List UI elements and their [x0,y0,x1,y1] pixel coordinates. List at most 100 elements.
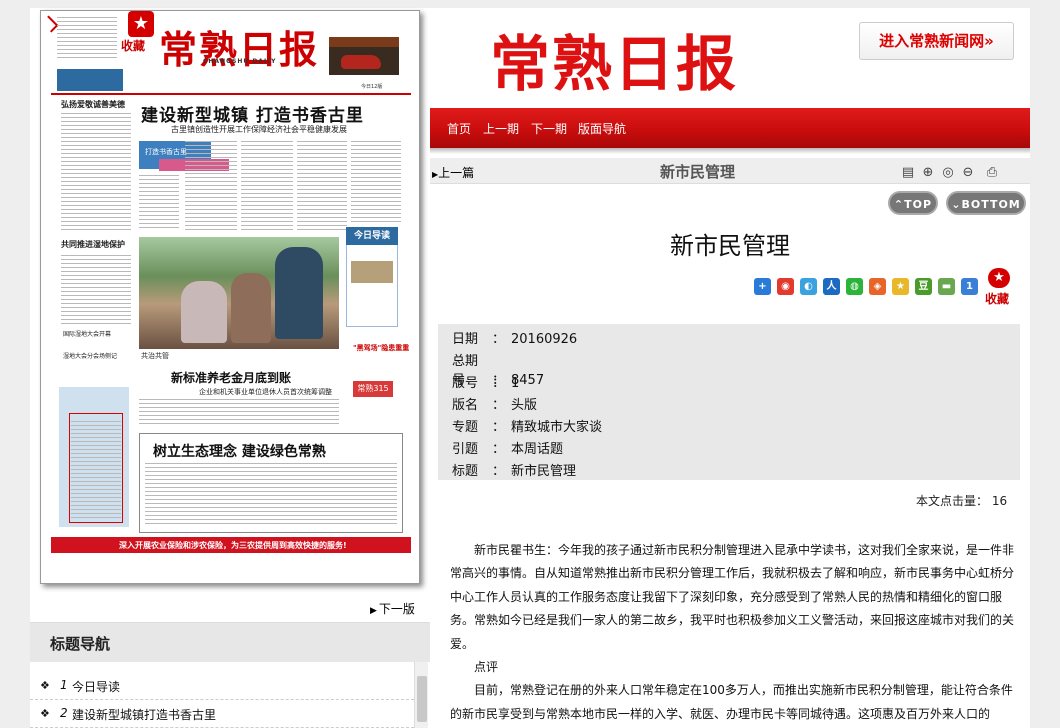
toc-header: 标题导航 [30,622,430,662]
meta-row: 标题：新市民管理 [452,460,576,479]
bottom-ad-text: 深入开展农业保险和涉农保险，为三农提供周到高效快捷的服务! [119,541,347,550]
article-title: 新市民管理 [670,232,790,260]
hits-value: 16 [991,494,1008,508]
text-column [139,175,179,231]
main-subhead: 古里镇创造性开展工作保障经济社会平稳健康发展 [171,125,347,134]
toc-item[interactable]: ❖ 2 建设新型城镇打造书香古里 [30,700,414,728]
blue-strip [57,69,123,91]
scroll-bottom-button[interactable]: ⌄BOTTOM [946,191,1026,215]
meta-row: 版号： 1 [452,372,519,391]
top-label: TOP [904,198,933,211]
red-rule [51,93,411,95]
meta-key: 版名 [452,398,479,413]
photo-figure [181,281,227,343]
main-headline: 建设新型城镇 打造书香古里 [141,106,364,126]
meta-value: 20160926 [511,332,578,347]
next-page-link[interactable]: ▶ 下一版 [370,600,415,617]
left-headline-1: 弘扬爱敬诚善美德 [61,100,125,109]
douban-icon[interactable]: 豆 [915,278,932,295]
toc-item[interactable]: ❖ 1 今日导读 [30,672,414,700]
share-icon[interactable]: ◈ [869,278,886,295]
site-masthead: 常熟日报 [490,30,738,100]
scrollbar-thumb[interactable] [417,676,427,722]
meta-row: 版名：头版 [452,394,537,413]
bottom-label: BOTTOM [961,198,1021,211]
article-meta: 日期： 20160926 总期号： 8457 版号： 1 版名：头版 专题：精致城市大… [438,324,1020,480]
photo-figure [275,247,323,339]
right-headline-5: 常熟315 [353,381,393,397]
selected-article-highlight[interactable] [69,413,123,523]
meta-row: 专题：精致城市大家谈 [452,416,602,435]
portal-link-button[interactable]: 进入常熟新闻网» [859,22,1014,60]
nav-next-issue[interactable]: 下一期 [531,120,567,137]
text-column [185,141,237,231]
left-headline-3: 国际湿地大会开幕 [63,331,112,338]
third-headline: 树立生态理念 建设绿色常熟 [153,444,326,460]
weibo-icon[interactable]: ◉ [777,278,794,295]
main-nav: 首页 上一期 下一期 版面导航 [430,108,1030,148]
right-guide-image [351,261,393,283]
photo-figure [231,273,271,343]
newspaper-page-thumbnail[interactable]: ★ 收藏 常熟日报 CHANGSHU DAILY 今日12版 弘扬爱敬诚善美德 … [40,10,420,584]
diamond-bullet-icon: ❖ [40,707,50,720]
meta-key: 专题 [452,420,479,435]
text-column [241,141,293,231]
bookmark-icon[interactable]: ▬ [938,278,955,295]
article-bar-title: 新市民管理 [660,163,736,181]
arrow-icon [41,15,59,33]
star-icon[interactable]: ★ [128,11,154,37]
page: ★ 收藏 常熟日报 CHANGSHU DAILY 今日12版 弘扬爱敬诚善美德 … [30,8,1030,728]
chevron-down-icon: ⌄ [951,198,962,211]
print-icon[interactable]: ⎙ [984,165,1000,181]
meta-value: 本周话题 [511,442,564,457]
star-icon[interactable]: ★ [988,268,1010,288]
edition-tag: 今日12版 [361,84,383,90]
zoom-reset-icon[interactable]: ◎ [940,165,956,181]
second-headline: 新标准养老金月底到账 [171,371,292,385]
share-more-icon[interactable]: + [754,278,771,295]
article-paragraph: 目前，常熟登记在册的外来人口常年稳定在100多万人，而推出实施新市民积分制管理，… [450,683,1013,721]
meta-key: 标题 [452,464,479,479]
meta-key: 引题 [452,442,479,457]
photo-caption: 共治共管 [141,352,169,360]
scroll-top-button[interactable]: ⌃TOP [888,191,938,215]
meta-key: 版号 [452,376,479,391]
text-column [61,255,131,325]
favorite-label[interactable]: 收藏 [985,290,1009,307]
left-column: ★ 收藏 常熟日报 CHANGSHU DAILY 今日12版 弘扬爱敬诚善美德 … [30,8,430,728]
nav-shadow [430,148,1030,154]
favorite-label[interactable]: 收藏 [121,37,145,54]
hit-counter: 本文点击量： 16 [916,492,1007,509]
text-column [145,463,397,527]
document-icon[interactable]: ▤ [900,165,916,181]
nav-home[interactable]: 首页 [447,120,471,137]
zoom-in-icon[interactable]: ⊕ [920,165,936,181]
nav-prev-issue[interactable]: 上一期 [483,120,519,137]
wechat-icon[interactable]: ◍ [846,278,863,295]
newspaper-masthead: 常熟日报 [159,27,320,72]
text-column [61,113,131,233]
text-column [139,399,339,427]
meta-value: 新市民管理 [511,464,577,479]
toc-item-label: 建设新型城镇打造书香古里 [72,708,217,722]
article-paragraph: 新市民瞿书生：今年我的孩子通过新市民积分制管理进入昆承中学读书，这对我们全家来说… [450,543,1015,651]
hits-label: 本文点击量： [916,494,989,508]
qzone-icon[interactable]: ◐ [800,278,817,295]
meta-value: 精致城市大家谈 [511,420,603,435]
nav-page-guide[interactable]: 版面导航 [578,120,626,137]
right-headline-4: "黑驾场"隐患重重 [353,344,410,352]
star-share-icon[interactable]: ★ [892,278,909,295]
blue-box-text: 打造书香古里 [145,148,187,156]
toc-title: 标题导航 [50,635,111,653]
meta-row: 引题：本周话题 [452,438,563,457]
renren-icon[interactable]: 人 [823,278,840,295]
counter-icon[interactable]: 1 [961,278,978,295]
second-subhead: 企业和机关事业单位退休人员首次统筹调整 [199,388,332,396]
ad-band [329,37,399,47]
toc-scrollbar[interactable] [414,662,428,728]
right-guide-head: 今日导读 [346,227,398,245]
zoom-out-icon[interactable]: ⊖ [960,165,976,181]
weather-box [57,17,117,61]
prev-article-link[interactable]: ▶上一篇 [432,164,474,181]
article-paragraph: 点评 [474,660,499,675]
